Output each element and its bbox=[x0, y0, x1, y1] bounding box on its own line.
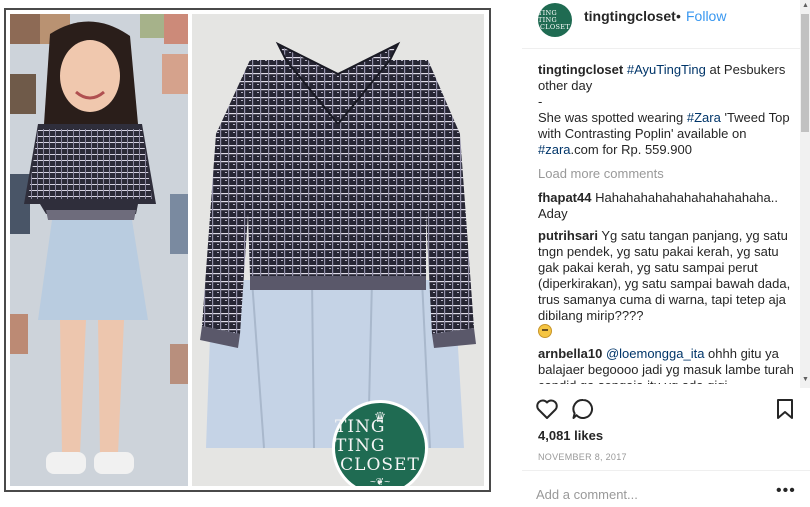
logo-line2: CLOSET bbox=[340, 455, 420, 475]
brand-logo-badge: ♛ TING TING CLOSET ~❦~ bbox=[332, 400, 428, 486]
mention-link[interactable]: @loemongga_ita bbox=[606, 346, 704, 361]
comment-item: arnbella10 @loemongga_ita ohhh gitu ya b… bbox=[538, 346, 796, 384]
more-options-button[interactable]: ••• bbox=[776, 482, 796, 500]
caption-text: She was spotted wearing bbox=[538, 110, 687, 125]
caption: tingtingcloset #AyuTingTing at Pesbukers… bbox=[538, 62, 796, 158]
avatar-text-line1: TING TING bbox=[538, 8, 557, 24]
garment-illustration bbox=[192, 14, 484, 486]
avatar[interactable]: TING TING CLOSET bbox=[538, 3, 572, 37]
crown-icon: ♛ bbox=[373, 409, 387, 425]
person-illustration bbox=[10, 14, 188, 486]
hashtag-link[interactable]: #Zara bbox=[687, 110, 721, 125]
caption-username-link[interactable]: tingtingcloset bbox=[538, 62, 623, 77]
image-collage-frame: ♛ TING TING CLOSET ~❦~ bbox=[4, 8, 491, 492]
hashtag-link[interactable]: #zara bbox=[538, 142, 571, 157]
comment-item: putrihsari Yg satu tangan panjang, yg sa… bbox=[538, 228, 796, 340]
flourish-icon: ~❦~ bbox=[369, 477, 391, 486]
hashtag-link[interactable]: #AyuTingTing bbox=[627, 62, 706, 77]
follow-button[interactable]: Follow bbox=[686, 8, 726, 24]
post-side-panel: TING TING CLOSET tingtingcloset • Follow… bbox=[522, 0, 810, 507]
comment-username-link[interactable]: putrihsari bbox=[538, 228, 598, 243]
scroll-up-icon[interactable]: ▲ bbox=[802, 2, 809, 9]
save-button[interactable] bbox=[772, 396, 798, 422]
comment-icon bbox=[572, 398, 594, 419]
add-comment-input[interactable] bbox=[536, 484, 766, 504]
comment-button[interactable] bbox=[570, 396, 596, 422]
load-more-comments-button[interactable]: Load more comments bbox=[538, 166, 796, 182]
comment-username-link[interactable]: arnbella10 bbox=[538, 346, 602, 361]
comment-item: fhapat44 Hahahahahahahahahahahaha.. Aday bbox=[538, 190, 796, 222]
comments-list: tingtingcloset #AyuTingTing at Pesbukers… bbox=[538, 62, 796, 384]
comments-scrollbar[interactable]: ▲ ▼ bbox=[800, 0, 810, 388]
like-button[interactable] bbox=[534, 396, 560, 422]
post-header: TING TING CLOSET tingtingcloset • Follow bbox=[522, 0, 810, 48]
author-username-link[interactable]: tingtingcloset bbox=[584, 8, 676, 24]
post-date[interactable]: NOVEMBER 8, 2017 bbox=[538, 452, 627, 462]
caption-text: .com for Rp. 559.900 bbox=[570, 142, 692, 157]
heart-icon bbox=[536, 399, 558, 419]
scrollbar-thumb[interactable] bbox=[801, 14, 809, 132]
likes-count[interactable]: 4,081 likes bbox=[538, 428, 603, 443]
emoji-icon bbox=[538, 324, 552, 338]
caption-dash: - bbox=[538, 94, 543, 109]
person-photo bbox=[10, 14, 188, 486]
header-divider bbox=[522, 48, 802, 49]
separator-dot: • bbox=[676, 8, 681, 24]
avatar-text-line2: CLOSET bbox=[540, 22, 570, 31]
bookmark-icon bbox=[777, 399, 793, 419]
post-image[interactable]: ♛ TING TING CLOSET ~❦~ bbox=[0, 0, 518, 507]
post-actions-bar bbox=[522, 392, 810, 426]
scroll-down-icon[interactable]: ▼ bbox=[802, 376, 809, 383]
comment-divider bbox=[522, 470, 810, 471]
product-photo: ♛ TING TING CLOSET ~❦~ bbox=[192, 14, 484, 486]
comment-username-link[interactable]: fhapat44 bbox=[538, 190, 591, 205]
